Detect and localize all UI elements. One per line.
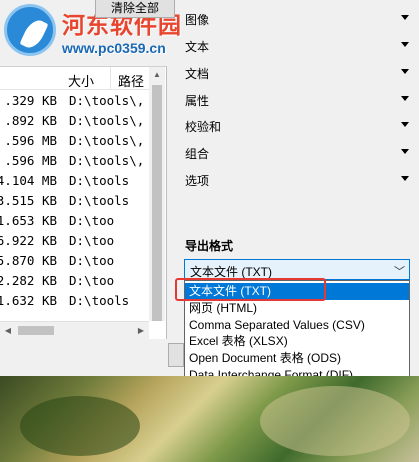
column-header-path[interactable]: 路径 — [118, 71, 144, 90]
clear-all-button[interactable]: 清除全部 — [95, 0, 175, 18]
expand-arrow-icon[interactable] — [401, 176, 409, 181]
scroll-thumb-horizontal[interactable] — [18, 326, 54, 335]
column-header-size[interactable]: 大小 — [68, 71, 94, 90]
horizontal-scrollbar[interactable]: ◀ ▶ — [0, 321, 149, 339]
option-group-label: 文本 — [185, 40, 210, 54]
file-path: D:\tools\, — [69, 113, 145, 128]
option-group-5[interactable]: 组合 — [184, 144, 409, 162]
file-size: 25.870 KB — [0, 253, 57, 268]
table-row[interactable]: .596 MB D:\tools\, — [0, 151, 149, 171]
partial-button[interactable] — [168, 343, 184, 367]
expand-arrow-icon[interactable] — [401, 122, 409, 127]
format-option[interactable]: Open Document 表格 (ODS) — [185, 350, 409, 367]
option-group-label: 校验和 — [185, 120, 222, 134]
annotation-highlight-box — [175, 278, 326, 301]
watermark-url: www.pc0359.cn — [62, 40, 166, 56]
format-option[interactable]: Comma Separated Values (CSV) — [185, 317, 409, 334]
option-group-label: 文档 — [185, 67, 210, 81]
file-list[interactable]: 大小 路径 .329 KB D:\tools\, .892 KB D:\tools\,… — [0, 66, 167, 339]
file-path: D:\too — [69, 213, 115, 228]
file-path: D:\tools — [69, 293, 130, 308]
option-group-4[interactable]: 校验和 — [184, 117, 409, 135]
table-row[interactable]: 111.653 KB D:\too — [0, 211, 149, 231]
scroll-left-icon[interactable]: ◀ — [0, 322, 16, 339]
option-group-6[interactable]: 选项 — [184, 171, 409, 189]
expand-arrow-icon[interactable] — [401, 96, 409, 101]
export-format-title: 导出格式 — [185, 239, 234, 253]
chevron-down-icon: ﹀ — [394, 266, 405, 278]
logo-icon — [4, 4, 56, 56]
option-group-label: 选项 — [185, 174, 210, 188]
export-format-select[interactable]: 文本文件 (TXT) ﹀ — [184, 259, 410, 280]
file-path: D:\too — [69, 233, 115, 248]
file-size: .892 KB — [4, 113, 57, 128]
file-size: 4.104 MB — [0, 173, 57, 188]
table-row[interactable]: 33.515 KB D:\tools — [0, 191, 149, 211]
background-image — [0, 376, 419, 462]
file-size: 33.515 KB — [0, 193, 57, 208]
table-row[interactable]: .329 KB D:\tools\, — [0, 91, 149, 111]
table-row[interactable]: 25.870 KB D:\too — [0, 251, 149, 271]
expand-arrow-icon[interactable] — [401, 42, 409, 47]
file-path: D:\too — [69, 253, 115, 268]
file-path: D:\tools\, — [69, 93, 145, 108]
file-size: 92.282 KB — [0, 273, 57, 288]
option-group-label: 图像 — [185, 13, 210, 27]
file-path: D:\tools\, — [69, 133, 145, 148]
vertical-scrollbar[interactable]: ▲ — [149, 67, 165, 321]
option-group-0[interactable]: 图像 — [184, 10, 409, 28]
file-size: 646.922 KB — [0, 233, 57, 248]
file-size: .596 MB — [4, 153, 57, 168]
table-row[interactable]: 4.104 MB D:\tools — [0, 171, 149, 191]
file-size: 11.632 KB — [0, 293, 57, 308]
file-path: D:\tools — [69, 173, 130, 188]
file-path: D:\tools — [69, 193, 130, 208]
table-row[interactable]: 11.632 KB D:\tools — [0, 291, 149, 311]
option-group-label: 组合 — [185, 147, 210, 161]
format-option[interactable]: Excel 表格 (XLSX) — [185, 333, 409, 350]
file-path: D:\tools\, — [69, 153, 145, 168]
table-row[interactable]: .596 MB D:\tools\, — [0, 131, 149, 151]
option-group-2[interactable]: 文档 — [184, 64, 409, 82]
option-group-3[interactable]: 属性 — [184, 91, 409, 109]
list-header: 大小 路径 — [0, 67, 149, 90]
expand-arrow-icon[interactable] — [401, 15, 409, 20]
option-group-label: 属性 — [185, 94, 210, 108]
scroll-up-icon[interactable]: ▲ — [149, 67, 165, 83]
scroll-right-icon[interactable]: ▶ — [133, 322, 149, 339]
expand-arrow-icon[interactable] — [401, 69, 409, 74]
expand-arrow-icon[interactable] — [401, 149, 409, 154]
table-row[interactable]: 92.282 KB D:\too — [0, 271, 149, 291]
option-group-1[interactable]: 文本 — [184, 37, 409, 55]
column-divider[interactable] — [110, 67, 111, 89]
table-row[interactable]: 646.922 KB D:\too — [0, 231, 149, 251]
table-row[interactable]: .892 KB D:\tools\, — [0, 111, 149, 131]
format-option[interactable]: 网页 (HTML) — [185, 300, 409, 317]
scroll-thumb[interactable] — [152, 85, 162, 321]
file-size: 111.653 KB — [0, 213, 57, 228]
file-size: .596 MB — [4, 133, 57, 148]
file-path: D:\too — [69, 273, 115, 288]
file-size: .329 KB — [4, 93, 57, 108]
